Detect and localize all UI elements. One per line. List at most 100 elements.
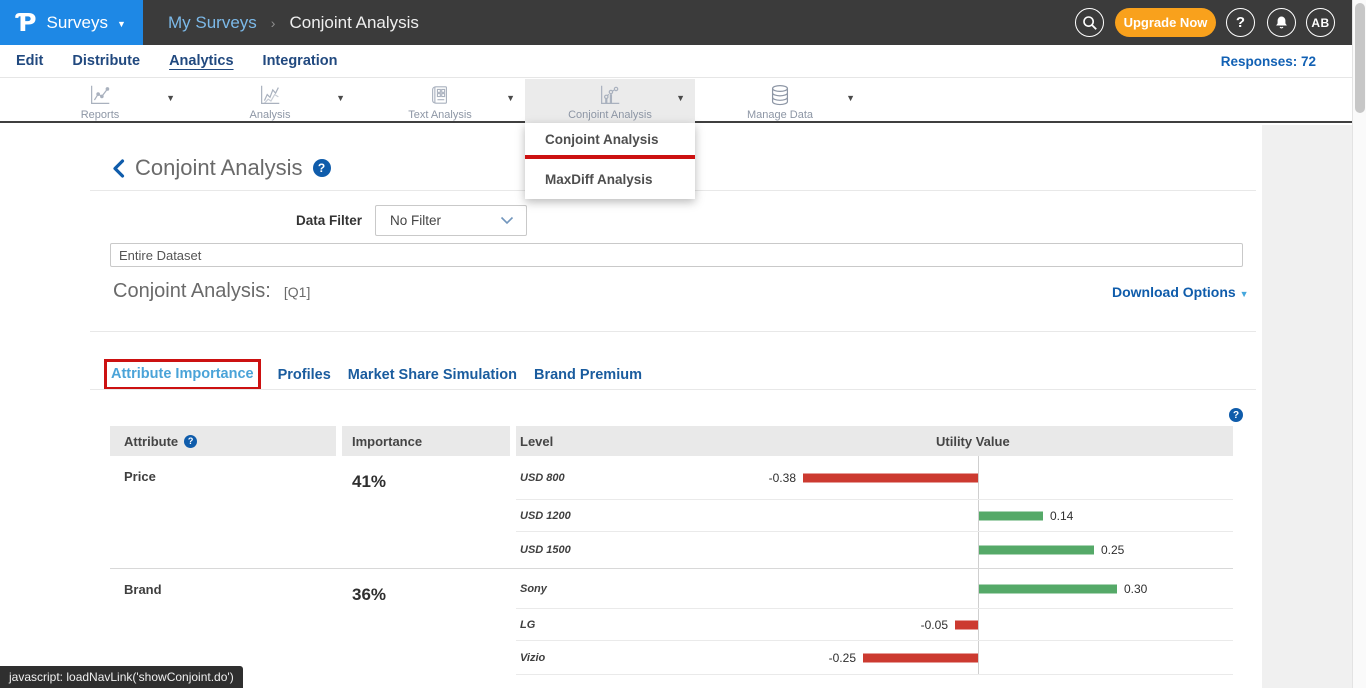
data-filter-select[interactable]: No Filter [375,205,527,236]
level-row-sony: Sony0.30 [516,569,1233,609]
attribute-group-brand: Brand36%Sony0.30LG-0.05Vizio-0.25 [110,569,1233,675]
nav-tab-edit[interactable]: Edit [16,53,43,69]
menu-item-maxdiff-analysis[interactable]: MaxDiff Analysis [525,159,695,199]
reports-icon [87,82,113,108]
survey-nav-items: Edit Distribute Analytics Integration [16,53,337,69]
bell-icon [1273,14,1290,31]
level-row-usd-800: USD 800-0.38 [516,456,1233,500]
scrollbar-thumb[interactable] [1355,3,1365,113]
nav-tab-analytics[interactable]: Analytics [169,53,233,69]
product-menu[interactable]: Ƥ Surveys ▼ [0,0,143,45]
header-utility-label: Utility Value [936,426,1010,456]
chevron-down-icon[interactable]: ▼ [166,93,175,103]
importance-value: 36% [352,585,386,605]
level-name: Vizio [520,652,545,664]
chevron-down-icon: ▼ [1240,289,1249,299]
toolbar-item-analysis[interactable]: Analysis ▼ [185,79,355,123]
text-analysis-icon [428,82,452,108]
level-name: USD 1500 [520,544,571,556]
chevron-down-icon[interactable]: ▼ [336,93,345,103]
attribute-help-icon[interactable]: ? [184,435,197,448]
attribute-name: Price [124,469,156,484]
utility-value: -0.25 [829,651,856,665]
question-mark-icon: ? [1236,14,1245,31]
back-button[interactable] [112,159,125,178]
utility-value: 0.25 [1101,543,1124,557]
tab-market-share-simulation[interactable]: Market Share Simulation [348,367,517,383]
utility-value: -0.38 [769,471,796,485]
manage-data-icon [767,82,793,108]
avatar-initials: AB [1311,16,1329,30]
divider [90,331,1256,332]
level-name: LG [520,619,535,631]
tab-attribute-importance[interactable]: Attribute Importance [111,366,254,382]
table-body: Price41%USD 800-0.38USD 12000.14USD 1500… [110,456,1233,675]
utility-bar [803,473,978,482]
toolbar-item-reports[interactable]: Reports ▼ [15,79,185,123]
table-header: Attribute ? Importance Level Utility Val… [110,426,1233,456]
utility-bar [979,511,1043,520]
utility-value: 0.14 [1050,509,1073,523]
tab-brand-premium[interactable]: Brand Premium [534,367,642,383]
notifications-button[interactable] [1267,8,1296,37]
breadcrumb-current: Conjoint Analysis [289,13,418,33]
analytics-toolbar: Reports▼Analysis▼Text Analysis▼Conjoint … [0,79,1352,123]
nav-tab-distribute[interactable]: Distribute [72,53,140,69]
data-filter-value: No Filter [390,213,500,228]
toolbar-item-conjoint-analysis[interactable]: Conjoint Analysis ▼ [525,79,695,123]
chevron-down-icon: ▼ [117,19,126,29]
chevron-down-icon [500,212,514,230]
nav-tab-integration[interactable]: Integration [263,53,338,69]
level-rows: USD 800-0.38 USD 1200 0.14 USD 1500 0.25 [516,456,1233,568]
toolbar-item-label: Conjoint Analysis [568,109,652,121]
account-avatar[interactable]: AB [1306,8,1335,37]
question-reference: [Q1] [284,284,310,300]
page-title: Conjoint Analysis [135,155,303,181]
menu-item-conjoint-analysis[interactable]: Conjoint Analysis [525,123,695,155]
toolbar-item-label: Reports [81,109,120,121]
level-row-vizio: Vizio -0.25 [516,641,1233,675]
help-button[interactable]: ? [1226,8,1255,37]
search-icon [1082,15,1098,31]
toolbar-item-manage-data[interactable]: Manage Data▼ [695,79,865,123]
search-button[interactable] [1075,8,1104,37]
breadcrumb: My Surveys › Conjoint Analysis [168,0,419,45]
page-background [1262,125,1352,688]
tab-profiles[interactable]: Profiles [278,367,331,383]
section-title-text: Conjoint Analysis: [113,280,271,302]
conjoint-dropdown-menu: Conjoint Analysis MaxDiff Analysis [525,123,695,199]
chevron-down-icon[interactable]: ▼ [846,93,855,103]
chevron-down-icon[interactable]: ▼ [506,93,515,103]
questionpro-logo-icon: Ƥ [17,8,37,37]
header-level: Level Utility Value [516,426,1233,456]
level-name: USD 1200 [520,510,571,522]
responses-count[interactable]: Responses: 72 [1221,45,1316,78]
breadcrumb-separator-icon: › [271,15,276,31]
breadcrumb-my-surveys[interactable]: My Surveys [168,13,257,33]
dataset-field[interactable] [110,243,1243,267]
page-scrollbar[interactable] [1352,0,1366,688]
utility-value: 0.30 [1124,582,1147,596]
download-options-label: Download Options [1112,284,1236,300]
divider [90,389,1256,390]
table-help-icon[interactable]: ? [1229,408,1243,422]
utility-bar [979,546,1094,555]
level-row-usd-1500: USD 1500 0.25 [516,532,1233,568]
chevron-down-icon[interactable]: ▼ [676,93,685,103]
utility-bar [979,584,1117,593]
download-options-button[interactable]: Download Options ▼ [1112,284,1249,300]
upgrade-now-button[interactable]: Upgrade Now [1115,8,1216,37]
toolbar-item-label: Analysis [250,109,291,121]
page-help-icon[interactable]: ? [313,159,331,177]
header-attribute: Attribute ? [110,426,336,456]
annotation-box: Attribute Importance [104,359,261,390]
survey-nav: Edit Distribute Analytics Integration Respo… [0,45,1352,78]
attribute-importance-table: Attribute ? Importance Level Utility Val… [110,426,1233,675]
level-rows: Sony0.30LG-0.05Vizio-0.25 [516,569,1233,675]
utility-bar [863,653,978,662]
toolbar-item-text-analysis[interactable]: Text Analysis ▼ [355,79,525,123]
attribute-group-price: Price41%USD 800-0.38USD 12000.14USD 1500… [110,456,1233,569]
main-content: Conjoint Analysis ? Data Filter No Filte… [0,125,1262,688]
header-level-label: Level [520,434,553,449]
toolbar-item-label: Text Analysis [408,109,472,121]
